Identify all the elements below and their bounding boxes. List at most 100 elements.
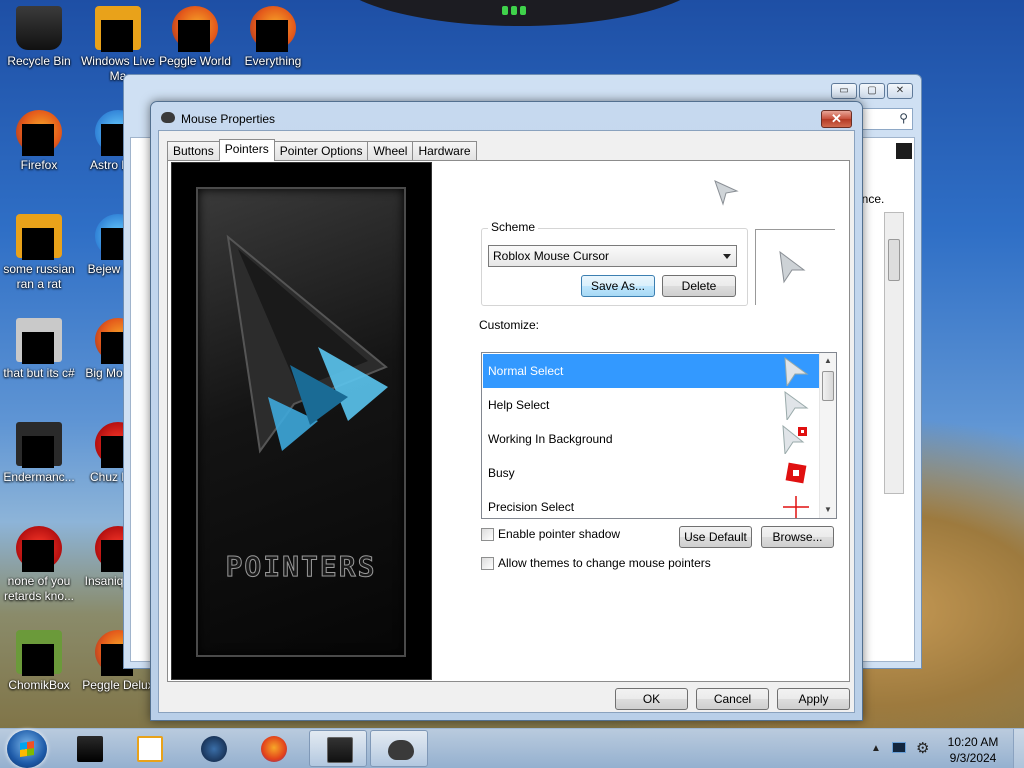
browse-button[interactable]: Browse... — [761, 526, 834, 548]
desktop-icon-label: none of you retards kno... — [3, 574, 75, 603]
cancel-button[interactable]: Cancel — [696, 688, 769, 710]
firefox-icon — [16, 110, 62, 156]
pointers-panel: POINTERS Scheme Roblox Mouse Cursor Save… — [167, 160, 850, 682]
ok-button[interactable]: OK — [615, 688, 688, 710]
dialog-title: Mouse Properties — [181, 112, 276, 126]
tab-strip: Buttons Pointers Pointer Options Wheel H… — [167, 139, 477, 161]
arrow-cursor-icon — [784, 356, 809, 386]
taskbar-mouse-properties[interactable] — [370, 730, 428, 767]
redaction-box — [101, 20, 133, 52]
search-app-icon — [250, 6, 296, 52]
list-item-label: Help Select — [488, 398, 550, 412]
list-item[interactable]: Help Select — [483, 388, 819, 422]
artwork-title: POINTERS — [225, 550, 377, 584]
indicator-light — [502, 6, 508, 15]
arrow-cursor-icon — [779, 250, 806, 284]
desktop-icon-label: Firefox — [20, 158, 58, 172]
pointers-artwork: POINTERS — [171, 162, 432, 680]
title-bar[interactable]: Mouse Properties ✕ — [151, 102, 862, 132]
minimize-button[interactable]: ▭ — [831, 83, 857, 99]
taskbar-firefox[interactable] — [244, 730, 302, 767]
mouse-properties-dialog: Mouse Properties ✕ Buttons Pointers Poin… — [150, 101, 863, 721]
crosshair-cursor-icon — [783, 496, 809, 518]
scroll-down-icon[interactable]: ▼ — [820, 502, 836, 518]
show-desktop-button[interactable] — [1013, 729, 1024, 768]
list-item[interactable]: Normal Select — [483, 354, 819, 388]
scheme-select-value: Roblox Mouse Cursor — [493, 249, 610, 263]
allow-themes-checkbox[interactable]: Allow themes to change mouse pointers — [481, 556, 711, 570]
customize-label: Customize: — [479, 318, 540, 332]
redaction-box — [256, 20, 288, 52]
desktop-icon-chomikbox[interactable]: ChomikBox — [0, 630, 78, 693]
desktop-icon-firefox[interactable]: Firefox — [0, 110, 78, 173]
scrollbar[interactable] — [884, 212, 904, 494]
busy-cursor-icon — [785, 462, 807, 484]
redaction-box — [22, 228, 54, 260]
scrollbar-thumb[interactable] — [888, 239, 900, 281]
firefox-icon — [261, 736, 287, 762]
start-button[interactable] — [7, 730, 47, 768]
use-default-button[interactable]: Use Default — [679, 526, 752, 548]
scroll-up-icon[interactable]: ▲ — [820, 353, 836, 369]
tab-pointers[interactable]: Pointers — [218, 139, 275, 161]
desktop-icon-everything[interactable]: Everything — [234, 6, 312, 69]
recycle-bin-icon — [16, 6, 62, 50]
redaction-box — [22, 540, 54, 572]
desktop-icon-none-of-you[interactable]: none of you retards kno... — [0, 526, 78, 604]
list-item-label: Precision Select — [488, 500, 575, 514]
app-icon — [77, 736, 103, 762]
list-item[interactable]: Working In Background — [483, 422, 819, 456]
tab-buttons[interactable]: Buttons — [167, 141, 220, 161]
scrollbar-thumb[interactable] — [822, 371, 834, 401]
desktop-icon-label: that but its c# — [3, 366, 75, 380]
clock[interactable]: 10:20 AM 9/3/2024 — [946, 734, 1000, 766]
desktop-icon-windows-live[interactable]: Windows Live Ma — [79, 6, 157, 84]
cursor-list[interactable]: Normal Select Help Select Working In Bac… — [481, 352, 837, 519]
app-icon — [16, 422, 62, 468]
list-item[interactable]: Precision Select — [483, 490, 819, 518]
redaction-box — [22, 436, 54, 468]
volume-icon[interactable]: ⚙ — [916, 739, 929, 757]
tray-expand-icon[interactable]: ▲ — [871, 743, 881, 754]
tab-hardware[interactable]: Hardware — [412, 141, 477, 161]
desktop-icon-label: some russian ran a rat — [3, 262, 75, 291]
desktop-icon-label: ChomikBox — [8, 678, 70, 692]
delete-button[interactable]: Delete — [662, 275, 736, 297]
list-scrollbar[interactable]: ▲ ▼ — [819, 353, 836, 518]
taskbar-app[interactable] — [120, 730, 178, 767]
taskbar-app[interactable] — [309, 730, 367, 767]
save-as-button[interactable]: Save As... — [581, 275, 655, 297]
taskbar-app[interactable] — [184, 730, 242, 767]
desktop-icon-peggle-world[interactable]: Peggle World — [156, 6, 234, 69]
desktop-icon-that-but[interactable]: that but its c# — [0, 318, 78, 381]
clock-time: 10:20 AM — [947, 735, 999, 749]
close-button[interactable]: ✕ — [821, 110, 852, 128]
checkbox-box[interactable] — [481, 527, 494, 541]
desktop-icon-some-russian[interactable]: some russian ran a rat — [0, 214, 78, 292]
list-item[interactable]: Busy — [483, 456, 819, 490]
enable-shadow-checkbox[interactable]: Enable pointer shadow — [481, 527, 620, 541]
peggle-icon — [172, 6, 218, 52]
window-controls: ▭ ▢ ✕ — [831, 83, 913, 99]
tab-wheel[interactable]: Wheel — [367, 141, 414, 161]
app-icon — [16, 318, 62, 364]
apply-button[interactable]: Apply — [777, 688, 850, 710]
help-icon[interactable] — [896, 143, 912, 159]
scheme-select[interactable]: Roblox Mouse Cursor — [488, 245, 737, 267]
mouse-icon — [161, 112, 175, 123]
taskbar-app[interactable] — [60, 730, 118, 767]
desktop-icon-label: Peggle World — [159, 54, 231, 68]
redaction-box — [22, 644, 54, 676]
desktop-icon-endermanch[interactable]: Endermanc... — [0, 422, 78, 485]
help-cursor-icon — [784, 390, 809, 420]
checkbox-box[interactable] — [481, 556, 494, 570]
desktop-icon-recycle-bin[interactable]: Recycle Bin — [0, 6, 78, 69]
chevron-down-icon — [723, 254, 731, 259]
dialog-client: Buttons Pointers Pointer Options Wheel H… — [158, 130, 855, 713]
tab-pointer-options[interactable]: Pointer Options — [273, 141, 369, 161]
close-button[interactable]: ✕ — [887, 83, 913, 99]
media-player-icon — [137, 736, 163, 762]
network-icon[interactable] — [892, 742, 906, 753]
checkbox-label: Allow themes to change mouse pointers — [498, 556, 711, 570]
maximize-button[interactable]: ▢ — [859, 83, 885, 99]
